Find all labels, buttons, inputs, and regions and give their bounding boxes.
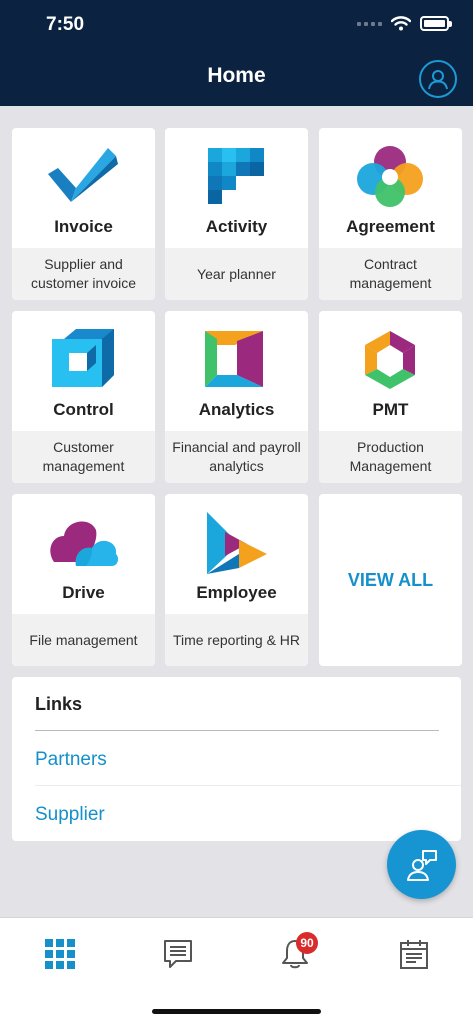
app-tile-agreement[interactable]: Agreement Contract management (319, 128, 462, 300)
employee-play-icon (207, 512, 267, 574)
home-indicator[interactable] (152, 1009, 321, 1014)
app-description: Time reporting & HR (165, 614, 308, 666)
link-partners[interactable]: Partners (35, 749, 107, 771)
view-all-button[interactable]: VIEW ALL (319, 494, 462, 666)
app-name: Activity (205, 217, 268, 236)
pmt-hexagon-icon (365, 331, 415, 389)
profile-button[interactable] (419, 60, 457, 98)
chat-list-icon (164, 940, 192, 968)
app-description: Financial and payroll analytics (165, 431, 308, 483)
app-description: Supplier and customer invoice (12, 248, 155, 300)
app-tile-control[interactable]: Control Customer management (12, 311, 155, 483)
app-tile-activity[interactable]: Activity Year planner (165, 128, 308, 300)
analytics-panels-icon (205, 331, 263, 387)
app-tile-pmt[interactable]: PMT Production Management (319, 311, 462, 483)
status-icons (357, 16, 452, 31)
app-description: File management (12, 614, 155, 666)
app-name: PMT (372, 400, 409, 419)
app-description: Production Management (319, 431, 462, 483)
tab-messages[interactable] (158, 934, 198, 974)
page-title: Home (207, 64, 266, 87)
divider (35, 730, 439, 731)
tab-calendar[interactable] (394, 934, 434, 974)
wifi-icon (391, 16, 411, 31)
app-name: Agreement (346, 217, 435, 236)
support-chat-button[interactable] (387, 830, 456, 899)
bottom-tab-bar: 90 (0, 917, 473, 1024)
app-tile-employee[interactable]: Employee Time reporting & HR (165, 494, 308, 666)
app-name: Drive (62, 583, 105, 602)
app-tile-analytics[interactable]: Analytics Financial and payroll analytic… (165, 311, 308, 483)
grid-icon (45, 939, 75, 969)
drive-cloud-icon (50, 521, 119, 566)
status-time: 7:50 (46, 14, 85, 35)
control-cube-icon (52, 329, 114, 387)
support-agent-icon (406, 849, 437, 881)
notification-badge: 90 (296, 932, 318, 954)
view-all-label: VIEW ALL (347, 569, 434, 590)
links-card: Links Partners Supplier (12, 677, 461, 841)
app-description: Customer management (12, 431, 155, 483)
app-description: Contract management (319, 248, 462, 300)
app-name: Employee (196, 583, 277, 602)
app-tile-drive[interactable]: Drive File management (12, 494, 155, 666)
user-profile-icon (428, 70, 448, 90)
app-description: Year planner (165, 248, 308, 300)
invoice-checkmark-icon (48, 148, 118, 202)
app-name: Control (53, 400, 114, 419)
agreement-circles-icon (357, 146, 423, 207)
battery-icon (420, 16, 452, 31)
link-supplier[interactable]: Supplier (35, 804, 105, 826)
app-name: Invoice (54, 217, 113, 236)
cellular-signal-icon (357, 21, 382, 26)
calendar-icon (400, 940, 428, 969)
links-title: Links (35, 694, 83, 714)
divider (35, 785, 461, 786)
tab-home[interactable] (40, 934, 80, 974)
app-tile-invoice[interactable]: Invoice Supplier and customer invoice (12, 128, 155, 300)
app-header: 7:50 Home (0, 0, 473, 106)
activity-grid-icon (208, 148, 264, 204)
app-name: Analytics (198, 400, 275, 419)
